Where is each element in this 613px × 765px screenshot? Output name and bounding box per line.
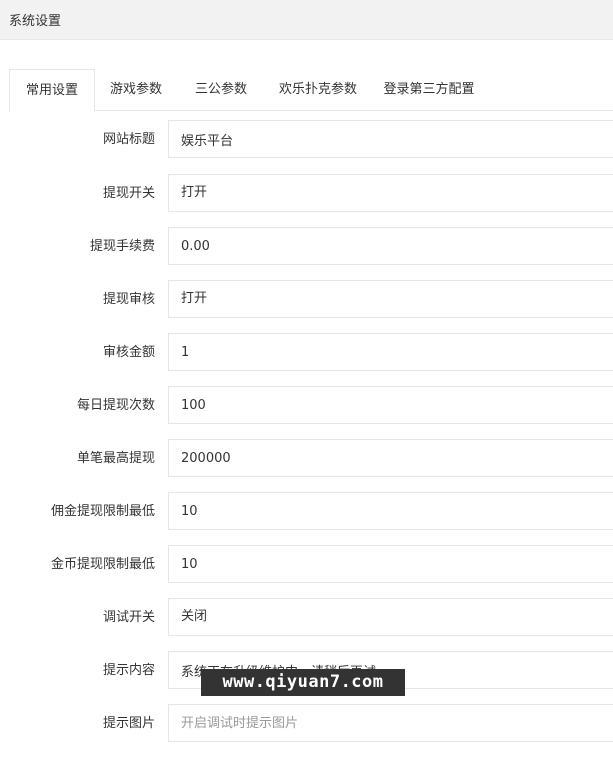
tab-game-params[interactable]: 游戏参数 [99, 69, 173, 111]
form-row-withdraw-fee: 提现手续费 [0, 227, 613, 267]
form-row-audit-amount: 审核金额 [0, 333, 613, 373]
form-row-daily-withdraw-count: 每日提现次数 [0, 386, 613, 426]
form-row-max-single-withdraw: 单笔最高提现 [0, 439, 613, 479]
notice-image-label: 提示图片 [102, 716, 155, 731]
commission-min-label: 佣金提现限制最低 [50, 504, 155, 519]
audit-amount-input[interactable] [168, 333, 613, 371]
debug-switch-select[interactable]: 关闭 [168, 598, 613, 636]
settings-tabs: 常用设置 游戏参数 三公参数 欢乐扑克参数 登录第三方配置 [9, 69, 613, 112]
daily-withdraw-count-label: 每日提现次数 [76, 398, 155, 413]
page-title-text: 系统设置 [9, 14, 62, 29]
tab-poker-params[interactable]: 欢乐扑克参数 [268, 69, 368, 111]
tab-label: 三公参数 [194, 82, 247, 97]
form-row-debug-switch: 调试开关 关闭 [0, 598, 613, 638]
site-title-input[interactable] [168, 120, 613, 158]
coin-min-label: 金币提现限制最低 [50, 557, 155, 572]
tab-label: 登录第三方配置 [383, 82, 475, 97]
form-row-commission-min: 佣金提现限制最低 [0, 492, 613, 532]
coin-min-input[interactable] [168, 545, 613, 583]
tab-label: 欢乐扑克参数 [278, 82, 357, 97]
withdraw-audit-label: 提现审核 [102, 292, 155, 307]
tab-label: 游戏参数 [109, 82, 162, 97]
form-row-withdraw-switch: 提现开关 打开 [0, 174, 613, 214]
daily-withdraw-count-input[interactable] [168, 386, 613, 424]
withdraw-switch-select[interactable]: 打开 [168, 174, 613, 212]
notice-image-input[interactable] [168, 704, 613, 742]
form-row-site-title: 网站标题 [0, 120, 613, 160]
tab-third-party-login[interactable]: 登录第三方配置 [373, 69, 485, 111]
notice-content-label: 提示内容 [102, 663, 155, 678]
withdraw-fee-label: 提现手续费 [89, 239, 155, 254]
form-row-withdraw-audit: 提现审核 打开 [0, 280, 613, 320]
tab-label: 常用设置 [25, 83, 78, 98]
withdraw-fee-input[interactable] [168, 227, 613, 265]
tab-sangong-params[interactable]: 三公参数 [184, 69, 258, 111]
watermark: www.qiyuan7.com [201, 669, 405, 696]
page-title: 系统设置 [0, 0, 613, 40]
form-row-coin-min: 金币提现限制最低 [0, 545, 613, 585]
commission-min-input[interactable] [168, 492, 613, 530]
form-row-notice-image: 提示图片 [0, 704, 613, 744]
audit-amount-label: 审核金额 [102, 345, 155, 360]
max-single-withdraw-input[interactable] [168, 439, 613, 477]
debug-switch-label: 调试开关 [102, 610, 155, 625]
tab-common-settings[interactable]: 常用设置 [9, 69, 95, 112]
site-title-label: 网站标题 [102, 132, 155, 147]
max-single-withdraw-label: 单笔最高提现 [76, 451, 155, 466]
withdraw-audit-select[interactable]: 打开 [168, 280, 613, 318]
withdraw-switch-label: 提现开关 [102, 186, 155, 201]
